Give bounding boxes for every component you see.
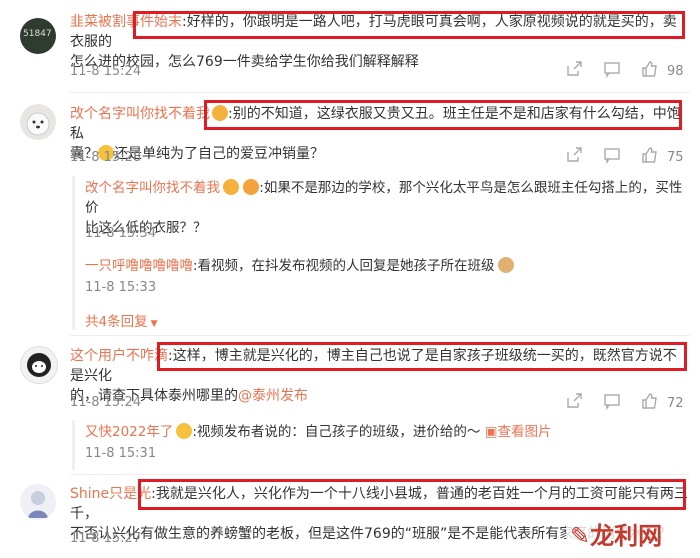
highlight-box [133, 11, 685, 39]
avatar-text: 51847 [23, 29, 52, 39]
avatar[interactable] [20, 104, 56, 140]
share-icon[interactable] [565, 392, 583, 414]
watermark: ✎龙利网 [566, 516, 667, 551]
timestamp: 11-8 15:28 [70, 150, 142, 165]
timestamp: 11-8 15:33 [85, 280, 157, 295]
timestamp: 11-8 15:34 [85, 226, 157, 241]
emoji-icon [243, 179, 260, 195]
divider [70, 92, 690, 93]
emoji-icon [176, 423, 193, 439]
cat-emoji-icon [497, 257, 514, 273]
comment-icon[interactable] [603, 146, 621, 168]
timestamp: 11-8 15:24 [70, 64, 142, 79]
anime-avatar-icon [28, 491, 48, 518]
avatar[interactable]: 51847 [20, 18, 56, 54]
share-icon[interactable] [565, 60, 583, 82]
username[interactable]: 又快2022年了 [85, 424, 173, 440]
watermark-logo-icon: ✎ [570, 522, 591, 550]
chevron-down-icon: ▼ [150, 319, 158, 329]
more-replies-link[interactable]: 共4条回复 ▼ [85, 310, 158, 330]
dog-avatar-icon [26, 112, 50, 136]
highlight-box [138, 479, 686, 510]
reply-block: 又快2022年了:视频发布者说的：自己孩子的班级，进价给的～ ▣查看图片 11-… [72, 420, 695, 470]
highlight-box [204, 100, 682, 130]
comment-icon[interactable] [603, 60, 621, 82]
timestamp: 11-8 15:24 [70, 395, 142, 410]
username[interactable]: 这个用户不咋滴 [70, 348, 168, 364]
reply-text: 改个名字叫你找不着我 :如果不是那边的学校，那个兴化太平鸟是怎么跟班主任勾搭上的… [85, 179, 683, 236]
like-count: 98 [667, 63, 684, 79]
image-icon: ▣ [484, 424, 498, 440]
like-icon[interactable] [641, 392, 659, 414]
avatar[interactable] [20, 346, 58, 384]
like-count: 72 [667, 395, 684, 411]
like-count: 75 [667, 149, 684, 165]
highlight-box [157, 342, 687, 371]
meme-face-avatar-icon [27, 353, 51, 377]
divider [70, 474, 690, 475]
username[interactable]: 改个名字叫你找不着我 [85, 180, 220, 196]
mention-link[interactable]: @泰州发布 [238, 388, 308, 404]
divider [70, 335, 690, 336]
timestamp: 11-8 15:31 [85, 446, 157, 461]
share-icon[interactable] [565, 146, 583, 168]
view-image-link[interactable]: 查看图片 [497, 424, 551, 440]
comment-actions: 75 [565, 146, 684, 168]
avatar[interactable] [20, 484, 56, 520]
reply-block: 改个名字叫你找不着我 :如果不是那边的学校，那个兴化太平鸟是怎么跟班主任勾搭上的… [72, 176, 695, 330]
comment-icon[interactable] [603, 392, 621, 414]
reply-text: 又快2022年了:视频发布者说的：自己孩子的班级，进价给的～ ▣查看图片 [85, 423, 552, 440]
comment-actions: 98 [565, 60, 684, 82]
username[interactable]: 一只呼噜噜噜噜噜 [85, 258, 193, 274]
like-icon[interactable] [641, 146, 659, 168]
comment-actions: 72 [565, 392, 684, 414]
username[interactable]: 改个名字叫你找不着我 [70, 106, 210, 122]
emoji-icon [223, 179, 239, 195]
reply-text: 一只呼噜噜噜噜噜:看视频，在抖发布视频的人回复是她孩子所在班级 [85, 256, 685, 276]
timestamp: 11-8 15:27 [70, 531, 142, 546]
like-icon[interactable] [641, 60, 659, 82]
